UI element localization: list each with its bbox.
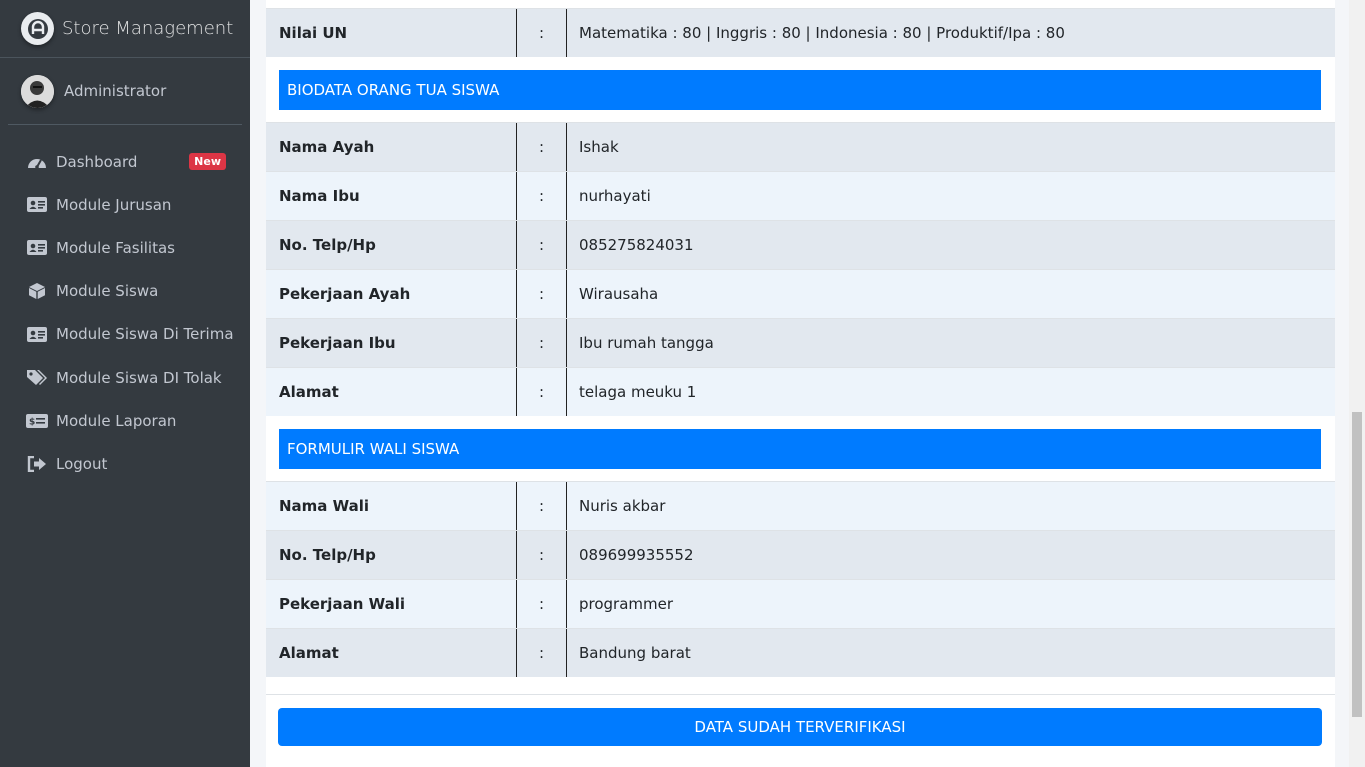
row-value: Wirausaha (579, 285, 659, 303)
row-separator: : (517, 270, 567, 318)
row-value: programmer (579, 595, 674, 613)
row-label: Pekerjaan Wali (266, 580, 517, 628)
row-separator: : (517, 482, 567, 530)
row-separator: : (517, 368, 567, 416)
row-label: Nama Ayah (266, 123, 517, 171)
sidebar-item-label: Module Siswa Di Terima (56, 325, 234, 344)
row-label: No. Telp/Hp (266, 531, 517, 579)
id-card-icon (26, 325, 48, 343)
brand-logo-icon (21, 12, 54, 45)
sidebar-item-dashboard[interactable]: Dashboard New (0, 140, 250, 183)
row-label: Alamat (266, 629, 517, 677)
sidebar-item-module-siswa-di-tolak[interactable]: Module Siswa DI Tolak (0, 356, 250, 399)
money-bill-icon: $ (26, 412, 48, 430)
table-row-nilai-un: Nilai UN : Matematika : 80 | Inggris : 8… (266, 8, 1335, 57)
sidebar-item-module-fasilitas[interactable]: Module Fasilitas (0, 226, 250, 269)
sidebar-item-logout[interactable]: Logout (0, 442, 250, 485)
row-separator: : (517, 580, 567, 628)
sidebar-item-label: Logout (56, 454, 108, 473)
row-separator: : (517, 172, 567, 220)
row-label: Pekerjaan Ibu (266, 319, 517, 367)
sidebar-item-label: Module Siswa DI Tolak (56, 368, 222, 387)
user-panel[interactable]: Administrator (8, 58, 242, 125)
row-label: Alamat (266, 368, 517, 416)
table-row: Nama Wali : Nuris akbar (266, 481, 1335, 530)
row-label: Nama Ibu (266, 172, 517, 220)
box-icon (26, 282, 48, 300)
row-separator: : (517, 221, 567, 269)
svg-text:$: $ (29, 417, 35, 427)
sign-out-icon (26, 455, 48, 473)
tags-icon (26, 369, 48, 387)
row-value: Nuris akbar (579, 497, 666, 515)
sidebar-item-label: Module Laporan (56, 411, 177, 430)
row-value: Ishak (579, 138, 619, 156)
card-footer: DATA SUDAH TERVERIFIKASI (266, 694, 1335, 767)
id-card-icon (26, 239, 48, 257)
sidebar-nav: Dashboard New Module Jurusan Module Fasi… (0, 140, 250, 486)
sidebar: Store Management Administrator Dashboard… (0, 0, 250, 767)
row-value: Ibu rumah tangga (579, 334, 714, 352)
table-row: Alamat : telaga meuku 1 (266, 367, 1335, 416)
main-content: Nilai UN : Matematika : 80 | Inggris : 8… (250, 0, 1349, 767)
page-scrollbar[interactable] (1349, 0, 1365, 767)
parents-section-heading: BIODATA ORANG TUA SISWA (279, 70, 1321, 110)
row-separator: : (517, 9, 567, 57)
row-label: Nilai UN (266, 9, 517, 57)
row-value: Bandung barat (579, 644, 691, 662)
sidebar-item-module-laporan[interactable]: $ Module Laporan (0, 399, 250, 442)
table-row: Nama Ayah : Ishak (266, 122, 1335, 171)
sidebar-item-label: Module Fasilitas (56, 238, 175, 257)
row-separator: : (517, 319, 567, 367)
sidebar-item-label: Module Siswa (56, 282, 159, 301)
sidebar-item-module-jurusan[interactable]: Module Jurusan (0, 183, 250, 226)
sidebar-item-label: Dashboard (56, 152, 138, 171)
table-row: Alamat : Bandung barat (266, 628, 1335, 677)
row-separator: : (517, 629, 567, 677)
row-label: No. Telp/Hp (266, 221, 517, 269)
row-label: Pekerjaan Ayah (266, 270, 517, 318)
row-separator: : (517, 123, 567, 171)
scrollbar-thumb[interactable] (1352, 412, 1362, 717)
row-value: 089699935552 (579, 546, 694, 564)
brand-title: Store Management (62, 18, 234, 39)
verified-button[interactable]: DATA SUDAH TERVERIFIKASI (278, 708, 1322, 746)
row-value: Matematika : 80 | Inggris : 80 | Indones… (579, 24, 1065, 42)
student-detail-card: Nilai UN : Matematika : 80 | Inggris : 8… (266, 0, 1335, 767)
table-row: No. Telp/Hp : 089699935552 (266, 530, 1335, 579)
row-value: nurhayati (579, 187, 651, 205)
brand-link[interactable]: Store Management (0, 0, 250, 58)
table-row: No. Telp/Hp : 085275824031 (266, 220, 1335, 269)
row-label: Nama Wali (266, 482, 517, 530)
tachometer-icon (26, 153, 48, 171)
guardian-section-heading: FORMULIR WALI SISWA (279, 429, 1321, 469)
new-badge: New (189, 153, 226, 171)
table-row: Pekerjaan Ibu : Ibu rumah tangga (266, 318, 1335, 367)
table-row: Nama Ibu : nurhayati (266, 171, 1335, 220)
table-row: Pekerjaan Ayah : Wirausaha (266, 269, 1335, 318)
avatar (21, 74, 54, 108)
row-separator: : (517, 531, 567, 579)
sidebar-item-module-siswa-di-terima[interactable]: Module Siswa Di Terima (0, 313, 250, 356)
sidebar-item-module-siswa[interactable]: Module Siswa (0, 270, 250, 313)
row-value: 085275824031 (579, 236, 694, 254)
row-value: telaga meuku 1 (579, 383, 697, 401)
id-card-icon (26, 196, 48, 214)
sidebar-item-label: Module Jurusan (56, 195, 172, 214)
table-row: Pekerjaan Wali : programmer (266, 579, 1335, 628)
user-name: Administrator (64, 82, 167, 100)
